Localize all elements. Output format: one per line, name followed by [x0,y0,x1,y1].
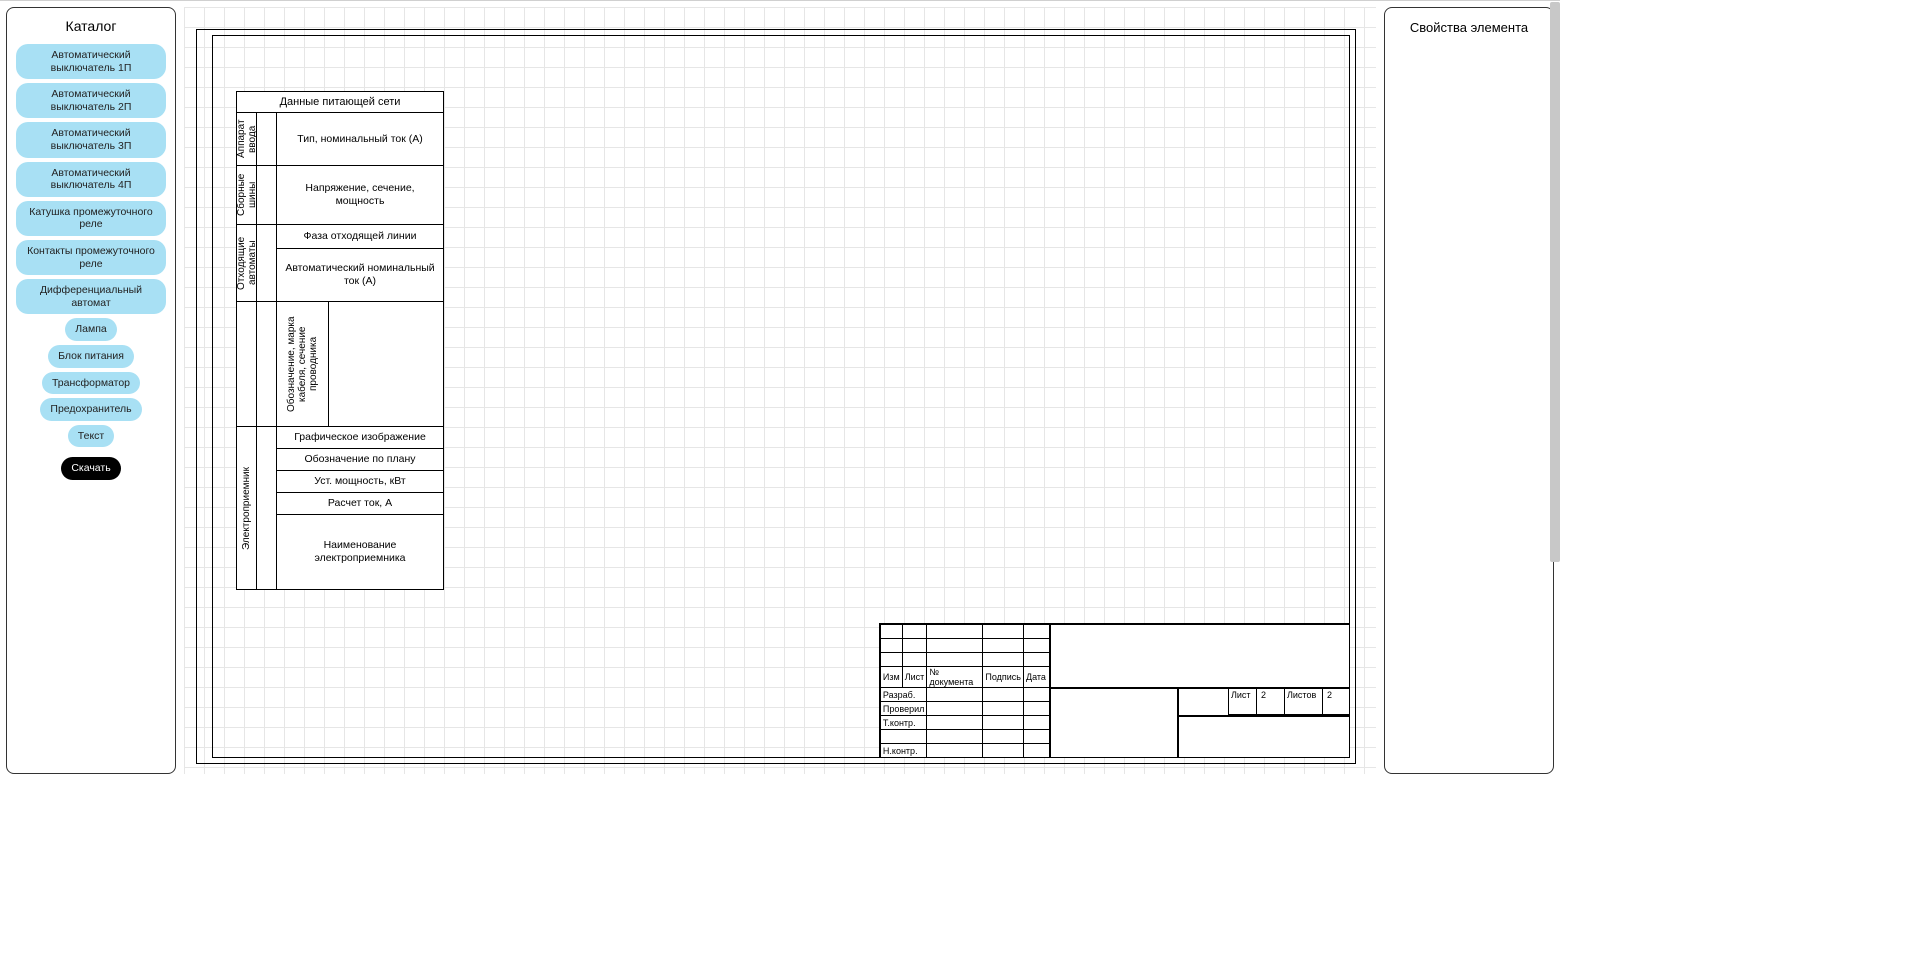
app-root: Каталог Автоматический выключатель 1П Ав… [0,0,1560,780]
catalog-item-relay-coil[interactable]: Катушка промежуточного реле [16,201,166,236]
stamp-sheets-label: Листов [1285,689,1323,715]
cell-auto-nominal: Автоматический номинальный ток (А) [277,249,443,301]
cell-calc-current: Расчет ток, А [277,493,443,515]
stamp-sheet-label: Лист [1229,689,1257,715]
cell-phase-outgoing: Фаза отходящей линии [277,225,443,249]
catalog-item-text[interactable]: Текст [68,425,114,448]
properties-panel: Свойства элемента [1384,7,1554,774]
stamp-col-sign: Подпись [983,667,1024,688]
cell-plan-designation: Обозначение по плану [277,449,443,471]
stamp-sheets-value: 2 [1323,689,1349,715]
catalog-title: Каталог [15,18,167,34]
group-cable: Обозначение, марка кабеля, сечение прово… [237,302,443,427]
vlabel-outgoing: Отходящие автоматы [236,225,258,301]
stamp-row-tkontr: Т.контр. [880,716,926,730]
download-button[interactable]: Скачать [61,457,120,480]
catalog-item-breaker-2p[interactable]: Автоматический выключатель 2П [16,83,166,118]
supply-data-table[interactable]: Данные питающей сети Аппарат ввода Тип, … [236,91,444,590]
stamp-row-nkontr: Н.контр. [880,744,926,758]
catalog-item-relay-contacts[interactable]: Контакты промежуточного реле [16,240,166,275]
catalog-item-breaker-3p[interactable]: Автоматический выключатель 3П [16,122,166,157]
catalog-buttons: Автоматический выключатель 1П Автоматиче… [15,44,167,480]
cell-type-current: Тип, номинальный ток (А) [277,113,443,165]
title-block[interactable]: Изм Лист № документа Подпись Дата Разраб… [879,623,1350,758]
stamp-col-docnum: № документа [927,667,983,688]
stamp-sheet-value: 2 [1257,689,1285,715]
stamp-row-blank [880,730,926,744]
catalog-item-lamp[interactable]: Лампа [65,318,116,341]
catalog-item-transformer[interactable]: Трансформатор [42,372,140,395]
catalog-item-breaker-1p[interactable]: Автоматический выключатель 1П [16,44,166,79]
cell-cable-designation: Обозначение, марка кабеля, сечение прово… [286,302,319,426]
cell-graphic: Графическое изображение [277,427,443,449]
group-busbars: Сборные шины Напряжение, сечение, мощнос… [237,166,443,225]
cell-power: Уст. мощность, кВт [277,471,443,493]
properties-title: Свойства элемента [1393,20,1545,35]
stamp-row-proveril: Проверил [880,702,926,716]
catalog-item-breaker-4p[interactable]: Автоматический выключатель 4П [16,162,166,197]
stamp-col-izm: Изм [880,667,902,688]
group-receiver: Электроприемник Графическое изображение … [237,427,443,589]
stamp-row-razrab: Разраб. [880,688,926,702]
supply-header: Данные питающей сети [237,92,443,113]
vlabel-input-device: Аппарат ввода [236,113,258,165]
cell-voltage-section: Напряжение, сечение, мощность [277,166,443,224]
vlabel-receiver: Электроприемник [241,467,252,550]
catalog-item-fuse[interactable]: Предохранитель [40,398,141,421]
stamp-left: Изм Лист № документа Подпись Дата Разраб… [880,624,1050,758]
group-outgoing-breakers: Отходящие автоматы Фаза отходящей линии … [237,225,443,302]
catalog-item-psu[interactable]: Блок питания [48,345,134,368]
catalog-item-diff-breaker[interactable]: Дифференциальный автомат [16,279,166,314]
group-input-device: Аппарат ввода Тип, номинальный ток (А) [237,113,443,166]
stamp-right: Лист 2 Листов 2 [1050,624,1350,758]
vlabel-busbars: Сборные шины [236,166,258,224]
scrollbar-thumb[interactable] [1550,2,1560,562]
stamp-col-date: Дата [1024,667,1050,688]
stamp-col-list: Лист [902,667,927,688]
drawing-canvas[interactable]: Данные питающей сети Аппарат ввода Тип, … [184,7,1376,774]
cell-receiver-name: Наименование электроприемника [277,515,443,589]
catalog-panel: Каталог Автоматический выключатель 1П Ав… [6,7,176,774]
